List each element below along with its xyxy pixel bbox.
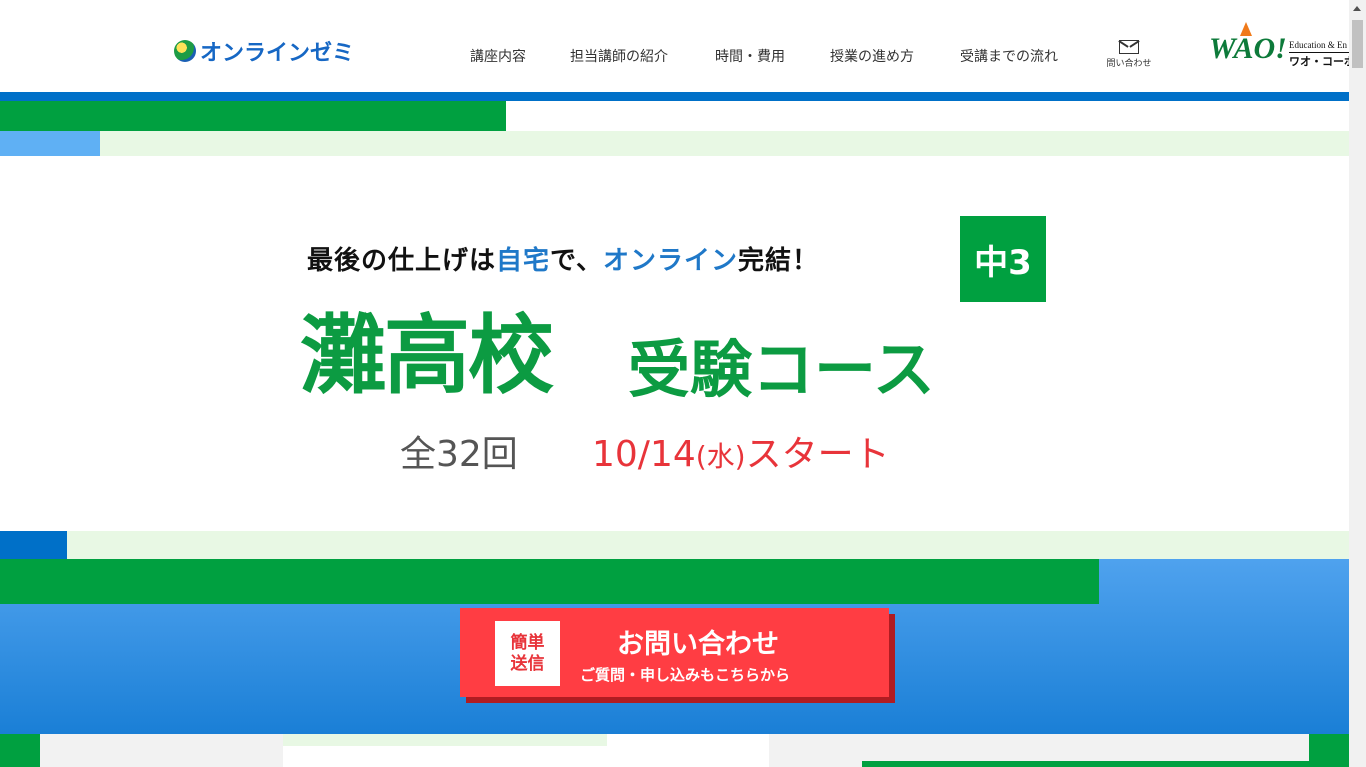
nav-course-content[interactable]: 講座内容 (470, 46, 526, 66)
bottom-light-green (283, 734, 607, 746)
wao-corporation-logo[interactable]: WAO! Education & En ワオ・コーポレ (1209, 22, 1349, 68)
cta-main-label: お問い合わせ (617, 629, 779, 660)
start-date: 10/14(水)スタート (592, 434, 890, 475)
nav-enrollment-steps[interactable]: 受講までの流れ (960, 46, 1058, 66)
badge-line-2: 送信 (510, 653, 545, 674)
globe-icon (174, 40, 196, 62)
hero-tagline: 最後の仕上げは自宅で、オンライン完結！ (307, 246, 820, 276)
bottom-green-right (1309, 734, 1349, 761)
cta-sub-label: ご質問・申し込みもこちらから (580, 666, 791, 684)
mail-icon (1119, 40, 1139, 54)
bottom-white-block (283, 746, 769, 767)
contact-button[interactable]: 簡単 送信 お問い合わせ ご質問・申し込みもこちらから (460, 608, 889, 697)
scroll-up-arrow-icon[interactable] (1349, 0, 1366, 17)
easy-send-badge: 簡単 送信 (495, 621, 560, 686)
course-title: 受験コース (628, 333, 935, 406)
bottom-green-left (0, 734, 40, 767)
top-blue-stripe (0, 92, 1349, 101)
mid-light-green-bar (0, 531, 1349, 559)
vertical-scrollbar[interactable] (1349, 0, 1366, 767)
bottom-green-line (862, 761, 1349, 767)
grade-badge: 中3 (960, 216, 1046, 302)
bottom-white-block-2 (607, 734, 769, 746)
wao-name: ワオ・コーポレ (1289, 55, 1349, 68)
contact-link[interactable]: 問い合わせ (1104, 40, 1154, 69)
scrollbar-thumb[interactable] (1352, 20, 1363, 68)
site-logo[interactable]: オンラインゼミ (174, 36, 354, 66)
cta-green-bar (0, 559, 1099, 604)
logo-text: オンラインゼミ (200, 41, 355, 66)
top-light-green-bar (0, 131, 1349, 156)
session-count: 全32回 (400, 434, 518, 475)
nav-time-fees[interactable]: 時間・費用 (715, 46, 785, 66)
nav-instructors[interactable]: 担当講師の紹介 (570, 46, 668, 66)
mid-blue-block (0, 531, 67, 559)
nav-lesson-flow[interactable]: 授業の進め方 (830, 46, 914, 66)
wao-brand: WAO! (1209, 32, 1287, 65)
contact-label: 問い合わせ (1106, 59, 1152, 69)
top-sky-blue-block (0, 131, 100, 156)
wao-tagline: Education & En (1289, 40, 1347, 50)
top-green-bar (0, 101, 506, 131)
school-title: 灘高校 (300, 306, 554, 406)
badge-line-1: 簡単 (510, 632, 545, 653)
